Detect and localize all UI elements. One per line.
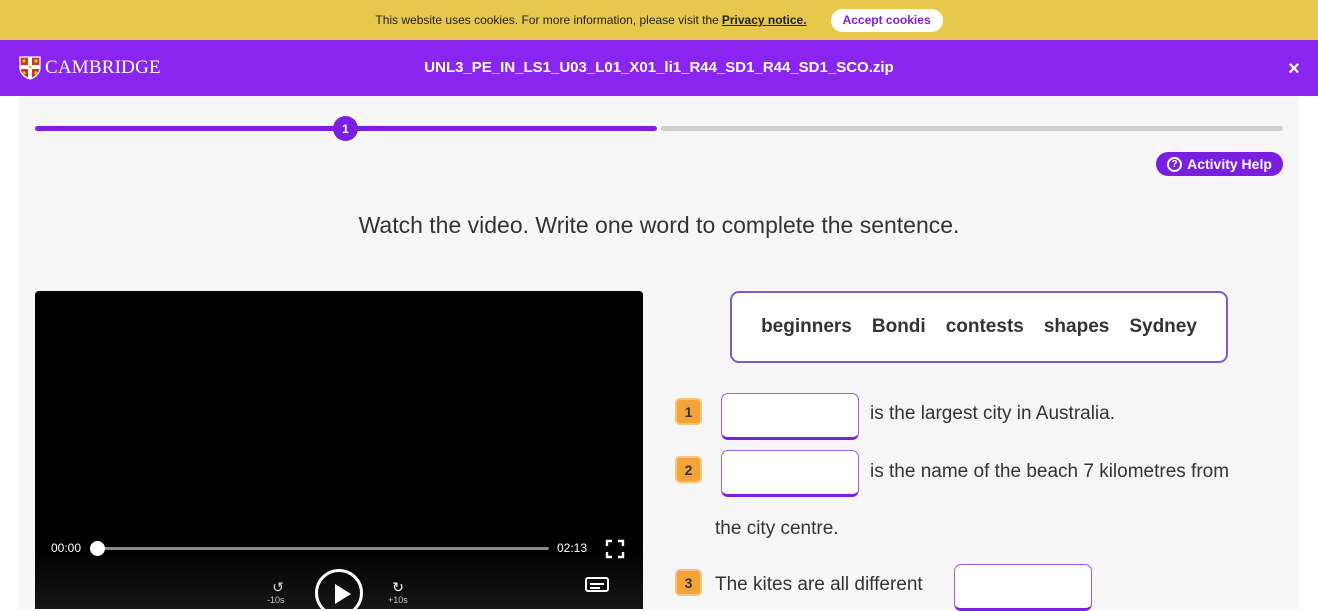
word-bank-item: Bondi (871, 316, 926, 337)
cookie-banner: This website uses cookies. For more info… (0, 0, 1318, 40)
question-text: The kites are all different (715, 574, 923, 595)
video-player[interactable]: 00:00 02:13 ↺ -10s ↻ +10s (35, 291, 643, 609)
word-bank-item: shapes (1043, 316, 1110, 337)
close-icon[interactable]: × (1284, 59, 1304, 79)
activity-help-label: Activity Help (1187, 156, 1272, 172)
activity-panel: 1 ? Activity Help Watch the video. Write… (19, 96, 1299, 611)
rewind-label: -10s (267, 595, 285, 605)
question-text: is the largest city in Australia. (870, 403, 1115, 424)
question-text-continued: the city centre. (715, 518, 839, 539)
progress-bar-remaining (661, 126, 1283, 131)
question-text: is the name of the beach 7 kilometres fr… (870, 461, 1230, 482)
duration: 02:13 (557, 541, 588, 555)
app-header: CAMBRIDGE UNL3_PE_IN_LS1_U03_L01_X01_li1… (0, 40, 1318, 96)
forward-label: +10s (388, 595, 408, 605)
play-button[interactable] (315, 569, 363, 609)
rewind-10-icon[interactable]: ↺ (267, 579, 289, 596)
activity-instruction: Watch the video. Write one word to compl… (358, 212, 960, 238)
question-number-badge: 2 (675, 456, 702, 483)
accept-cookies-button[interactable]: Accept cookies (830, 8, 943, 32)
captions-icon[interactable] (585, 577, 609, 592)
seek-bar[interactable] (97, 547, 549, 550)
question-number-badge: 1 (675, 398, 702, 425)
answer-field-1[interactable] (721, 393, 859, 440)
forward-10-icon[interactable]: ↻ (387, 579, 409, 596)
file-title: UNL3_PE_IN_LS1_U03_L01_X01_li1_R44_SD1_R… (424, 59, 894, 76)
word-bank-item: Sydney (1129, 316, 1197, 337)
progress-step-marker: 1 (333, 116, 358, 141)
question-number-badge: 3 (675, 569, 702, 596)
help-circle-icon: ? (1167, 156, 1183, 172)
fullscreen-icon[interactable] (605, 539, 625, 559)
privacy-notice-link[interactable]: Privacy notice. (722, 13, 807, 27)
cookie-message: This website uses cookies. For more info… (375, 13, 719, 27)
answer-field-2[interactable] (721, 450, 859, 497)
word-bank-item: beginners (761, 316, 852, 337)
activity-help-button[interactable]: ? Activity Help (1156, 152, 1283, 176)
word-bank-item: contests (945, 316, 1024, 337)
word-bank: beginners Bondi contests shapes Sydney (730, 291, 1228, 363)
current-time: 00:00 (51, 541, 82, 555)
seek-handle[interactable] (90, 541, 105, 556)
answer-field-3[interactable] (954, 564, 1092, 611)
